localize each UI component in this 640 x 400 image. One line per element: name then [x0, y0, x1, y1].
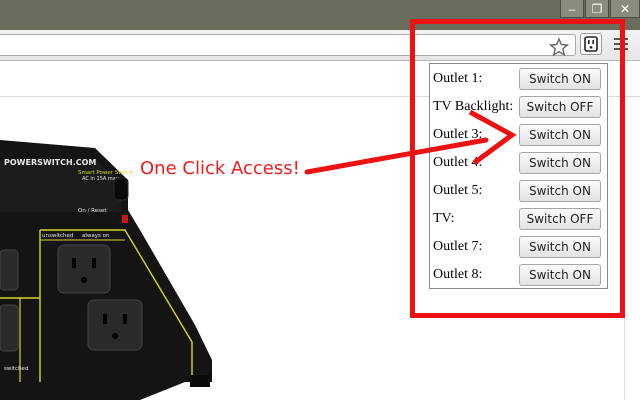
minimize-button[interactable]: –	[560, 0, 584, 18]
outlet-socket	[0, 249, 19, 291]
device-reset-label: On / Reset	[78, 208, 107, 214]
outlet-socket	[87, 299, 143, 351]
callout-text: One Click Access!	[140, 158, 300, 179]
outlet-socket	[0, 304, 19, 352]
unswitched-label: unswitched	[42, 233, 73, 239]
restore-button[interactable]: ❐	[585, 0, 609, 18]
always-on-label: always on	[82, 233, 110, 239]
device-brand: POWERSWITCH.COM	[4, 158, 96, 167]
highlight-box	[410, 19, 625, 318]
window-controls: – ❐ ✕	[559, 0, 640, 19]
close-button[interactable]: ✕	[610, 0, 640, 18]
device-ac-rating: AC in 15A max	[82, 176, 119, 182]
outlet-socket	[57, 244, 111, 294]
switched-label: switched	[4, 366, 28, 372]
